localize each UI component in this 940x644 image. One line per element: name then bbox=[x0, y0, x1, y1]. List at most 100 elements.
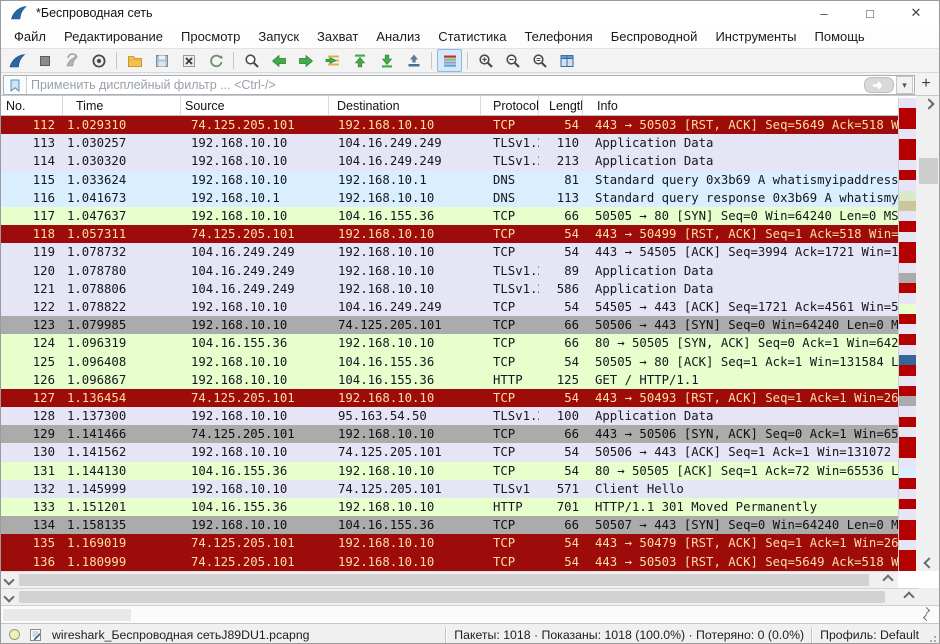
collapsed-pane-handle[interactable] bbox=[3, 609, 131, 621]
restart-capture-icon[interactable] bbox=[59, 49, 84, 72]
packet-row[interactable]: 1311.144130104.16.155.36192.168.10.10TCP… bbox=[1, 462, 898, 480]
packet-row[interactable]: 1281.137300192.168.10.1095.163.54.50TLSv… bbox=[1, 407, 898, 425]
column-header-protocol[interactable]: Protocol bbox=[481, 96, 539, 115]
hscrollbar-thumb[interactable] bbox=[19, 591, 885, 603]
packet-row[interactable]: 1201.078780104.16.249.249192.168.10.10TL… bbox=[1, 262, 898, 280]
packet-counts: Пакеты: 1018 · Показаны: 1018 (100.0%) ·… bbox=[454, 628, 804, 642]
packet-row[interactable]: 1151.033624192.168.10.10192.168.10.1DNS8… bbox=[1, 171, 898, 189]
mini-scroll-spinner[interactable] bbox=[924, 608, 929, 620]
packet-list-hscrollbar[interactable] bbox=[1, 571, 898, 588]
start-capture-icon[interactable] bbox=[5, 49, 30, 72]
minimap-stripe bbox=[899, 550, 916, 560]
column-header-info[interactable]: Info bbox=[583, 96, 898, 115]
bookmark-icon[interactable] bbox=[4, 76, 27, 94]
packet-row[interactable]: 1161.041673192.168.10.1192.168.10.10DNS1… bbox=[1, 189, 898, 207]
go-to-packet-icon[interactable] bbox=[320, 49, 345, 72]
packet-row[interactable]: 1291.14146674.125.205.101192.168.10.10TC… bbox=[1, 425, 898, 443]
resize-columns-icon[interactable] bbox=[554, 49, 579, 72]
packet-cell-no: 127 bbox=[1, 391, 63, 405]
column-header-no[interactable]: No. bbox=[1, 96, 63, 115]
menu-item[interactable]: Просмотр bbox=[172, 27, 249, 46]
minimize-button[interactable]: – bbox=[801, 1, 847, 25]
menu-item[interactable]: Файл bbox=[5, 27, 55, 46]
menu-item[interactable]: Захват bbox=[308, 27, 367, 46]
menu-item[interactable]: Помощь bbox=[806, 27, 874, 46]
packet-row[interactable]: 1361.18099974.125.205.101192.168.10.10TC… bbox=[1, 553, 898, 571]
filter-dropdown-caret[interactable]: ▾ bbox=[896, 76, 913, 94]
scroll-down-arrow-icon[interactable] bbox=[916, 555, 940, 571]
packet-row[interactable]: 1251.096408192.168.10.10104.16.155.36TCP… bbox=[1, 352, 898, 370]
menu-item[interactable]: Беспроводной bbox=[602, 27, 707, 46]
packet-row[interactable]: 1141.030320192.168.10.10104.16.249.249TL… bbox=[1, 152, 898, 170]
resize-grip[interactable] bbox=[925, 627, 937, 643]
column-header-destination[interactable]: Destination bbox=[329, 96, 481, 115]
auto-scroll-icon[interactable] bbox=[401, 49, 426, 72]
display-filter-input[interactable]: Применить дисплейный фильтр ... <Ctrl-/>… bbox=[3, 75, 915, 95]
add-filter-button[interactable]: + bbox=[917, 75, 935, 93]
scroll-up-arrow-icon[interactable] bbox=[916, 96, 940, 112]
packet-row[interactable]: 1271.13645474.125.205.101192.168.10.10TC… bbox=[1, 389, 898, 407]
colorize-packets-icon[interactable] bbox=[437, 49, 462, 72]
go-back-icon[interactable] bbox=[266, 49, 291, 72]
menu-item[interactable]: Редактирование bbox=[55, 27, 172, 46]
packet-row[interactable]: 1331.151201104.16.155.36192.168.10.10HTT… bbox=[1, 498, 898, 516]
column-header-source[interactable]: Source bbox=[181, 96, 329, 115]
packet-row[interactable]: 1131.030257192.168.10.10104.16.249.249TL… bbox=[1, 134, 898, 152]
packet-row[interactable]: 1301.141562192.168.10.1074.125.205.101TC… bbox=[1, 443, 898, 461]
packet-row[interactable]: 1221.078822192.168.10.10104.16.249.249TC… bbox=[1, 298, 898, 316]
menu-item[interactable]: Статистика bbox=[429, 27, 515, 46]
packet-cell-length: 54 bbox=[539, 555, 583, 569]
scroll-right-arrow-icon[interactable] bbox=[880, 572, 896, 588]
apply-filter-button[interactable] bbox=[864, 77, 894, 93]
column-header-time[interactable]: Time bbox=[63, 96, 181, 115]
packet-row[interactable]: 1341.158135192.168.10.10104.16.155.36TCP… bbox=[1, 516, 898, 534]
lower-pane-hscrollbar[interactable] bbox=[1, 588, 919, 605]
go-forward-icon[interactable] bbox=[293, 49, 318, 72]
close-file-icon[interactable] bbox=[176, 49, 201, 72]
zoom-in-icon[interactable] bbox=[473, 49, 498, 72]
minimap-stripe bbox=[899, 304, 916, 314]
scroll-left-arrow-icon[interactable] bbox=[1, 589, 17, 605]
menu-item[interactable]: Инструменты bbox=[706, 27, 805, 46]
vertical-scrollbar[interactable] bbox=[916, 96, 940, 571]
packet-row[interactable]: 1171.047637192.168.10.10104.16.155.36TCP… bbox=[1, 207, 898, 225]
scroll-right-arrow-icon[interactable] bbox=[901, 589, 917, 605]
menu-item[interactable]: Телефония bbox=[515, 27, 601, 46]
packet-cell-source: 74.125.205.101 bbox=[181, 391, 329, 405]
close-button[interactable]: ✕ bbox=[893, 1, 939, 25]
packet-row[interactable]: 1121.02931074.125.205.101192.168.10.10TC… bbox=[1, 116, 898, 134]
packet-row[interactable]: 1191.078732104.16.249.249192.168.10.10TC… bbox=[1, 243, 898, 261]
reload-file-icon[interactable] bbox=[203, 49, 228, 72]
scroll-left-arrow-icon[interactable] bbox=[1, 572, 17, 588]
packet-cell-destination: 95.163.54.50 bbox=[329, 409, 481, 423]
save-file-icon[interactable] bbox=[149, 49, 174, 72]
minimap-stripe bbox=[899, 293, 916, 303]
packet-row[interactable]: 1211.078806104.16.249.249192.168.10.10TL… bbox=[1, 280, 898, 298]
packet-row[interactable]: 1231.079985192.168.10.1074.125.205.101TC… bbox=[1, 316, 898, 334]
find-packet-icon[interactable] bbox=[239, 49, 264, 72]
stop-capture-icon[interactable] bbox=[32, 49, 57, 72]
title-bar: *Беспроводная сеть – □ ✕ bbox=[1, 1, 939, 25]
capture-comment-icon[interactable] bbox=[29, 628, 43, 642]
go-to-bottom-icon[interactable] bbox=[374, 49, 399, 72]
profile-label[interactable]: Профиль: Default bbox=[820, 628, 919, 642]
packet-row[interactable]: 1261.096867192.168.10.10104.16.155.36HTT… bbox=[1, 371, 898, 389]
capture-options-icon[interactable] bbox=[86, 49, 111, 72]
packet-row[interactable]: 1351.16901974.125.205.101192.168.10.10TC… bbox=[1, 534, 898, 552]
expert-info-icon[interactable] bbox=[9, 629, 20, 640]
hscrollbar-thumb[interactable] bbox=[19, 574, 869, 586]
menu-item[interactable]: Анализ bbox=[367, 27, 429, 46]
packet-row[interactable]: 1321.145999192.168.10.1074.125.205.101TL… bbox=[1, 480, 898, 498]
zoom-out-icon[interactable] bbox=[500, 49, 525, 72]
open-file-icon[interactable] bbox=[122, 49, 147, 72]
packet-cell-source: 192.168.10.1 bbox=[181, 191, 329, 205]
menu-item[interactable]: Запуск bbox=[249, 27, 308, 46]
zoom-original-icon[interactable] bbox=[527, 49, 552, 72]
packet-row[interactable]: 1181.05731174.125.205.101192.168.10.10TC… bbox=[1, 225, 898, 243]
maximize-button[interactable]: □ bbox=[847, 1, 893, 25]
vertical-scrollbar-thumb[interactable] bbox=[919, 158, 938, 184]
go-to-top-icon[interactable] bbox=[347, 49, 372, 72]
column-header-length[interactable]: Length bbox=[539, 96, 583, 115]
packet-row[interactable]: 1241.096319104.16.155.36192.168.10.10TCP… bbox=[1, 334, 898, 352]
packet-minimap[interactable] bbox=[898, 98, 916, 571]
